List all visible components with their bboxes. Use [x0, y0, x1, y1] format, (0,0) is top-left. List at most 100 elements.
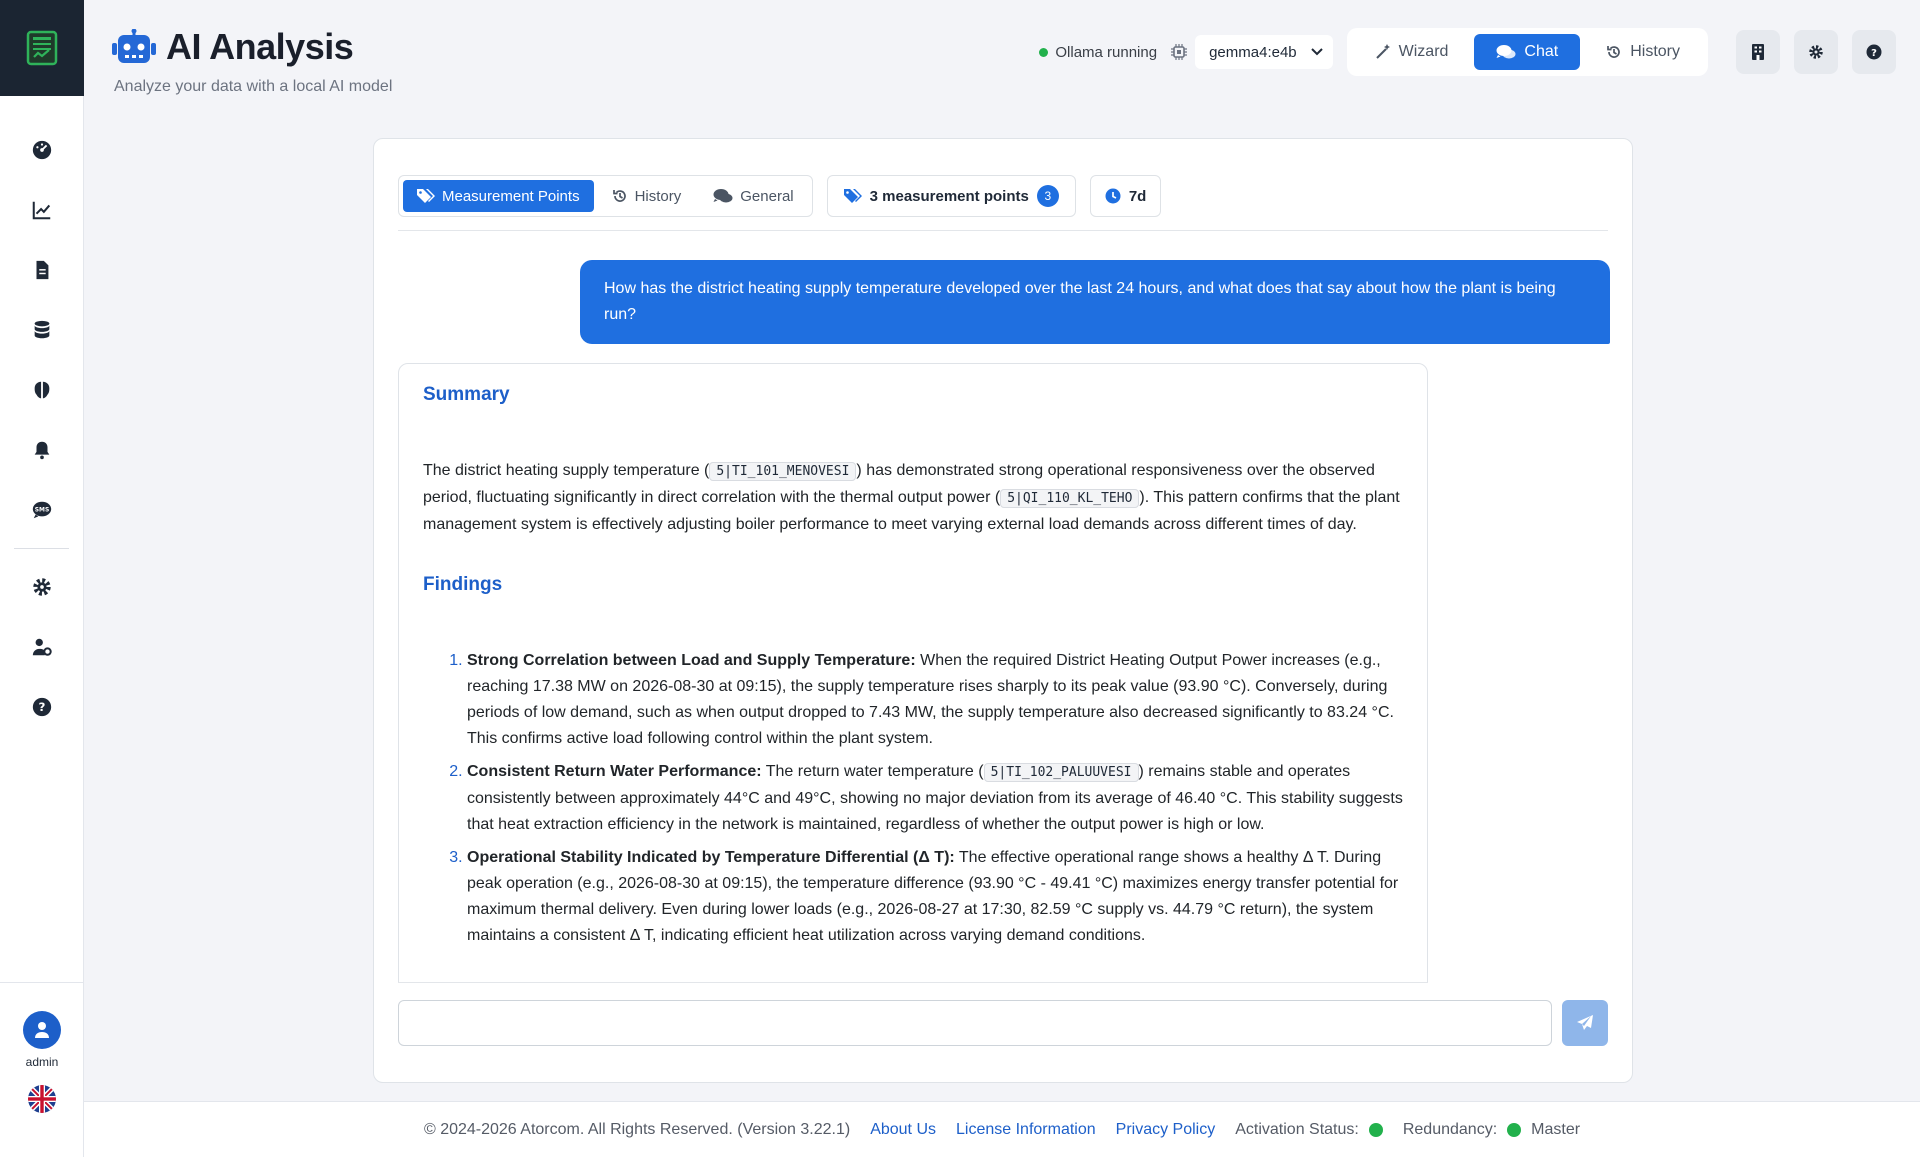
- mode-history-label: History: [1630, 43, 1680, 60]
- redundancy-status-dot: [1507, 1122, 1522, 1137]
- comments-icon: [713, 189, 733, 203]
- measurement-points-label: 3 measurement points: [869, 187, 1029, 205]
- ai-response: Summary The district heating supply temp…: [398, 363, 1428, 982]
- summary-text-1: The district heating supply temperature …: [423, 462, 710, 479]
- chevron-down-icon: [1310, 48, 1323, 56]
- sidebar-item-help[interactable]: ?: [0, 677, 83, 737]
- ollama-status: Ollama running: [1039, 44, 1157, 61]
- sidebar-item-ai[interactable]: [0, 360, 83, 420]
- sidebar: SMS ? admin: [0, 0, 84, 1157]
- history-icon: [612, 190, 626, 202]
- sidebar-item-sms[interactable]: SMS: [0, 480, 83, 540]
- copyright-text: © 2024-2026 Atorcom. All Rights Reserved…: [423, 1120, 851, 1138]
- message-list[interactable]: Summary The district heating supply temp…: [398, 363, 1428, 983]
- dashboard-icon: [32, 140, 51, 160]
- sidebar-item-charts[interactable]: [0, 180, 83, 240]
- mode-history-button[interactable]: History: [1584, 34, 1702, 70]
- microchip-icon: [1171, 44, 1188, 60]
- privacy-link[interactable]: Privacy Policy: [1116, 1121, 1216, 1139]
- mode-wizard-button[interactable]: Wizard: [1353, 34, 1471, 70]
- status-text: Ollama running: [1055, 43, 1158, 61]
- tab-measurement-points[interactable]: Measurement Points: [403, 180, 594, 212]
- finding-item: Strong Correlation between Load and Supp…: [467, 648, 1403, 752]
- activation-label: Activation Status:: [1235, 1120, 1359, 1138]
- help-button[interactable]: ?: [1852, 30, 1896, 74]
- user-icon: [35, 1022, 49, 1038]
- chat-input[interactable]: [398, 1000, 1552, 1046]
- chat-card: Measurement Points History General 3 mea…: [373, 138, 1633, 1083]
- activation-status-dot: [1368, 1122, 1383, 1137]
- activation-status: Activation Status:: [1235, 1121, 1383, 1139]
- redundancy-status: Redundancy: Master: [1403, 1121, 1580, 1139]
- tab-history[interactable]: History: [598, 180, 696, 212]
- measurement-points-count-badge: 3: [1036, 185, 1059, 207]
- sidebar-item-user-settings[interactable]: [0, 617, 83, 677]
- chat-input-row: [398, 1000, 1608, 1046]
- findings-list: Strong Correlation between Load and Supp…: [423, 648, 1403, 949]
- redundancy-value: Master: [1531, 1120, 1581, 1138]
- sidebar-divider: [14, 548, 69, 549]
- finding-item: Consistent Return Water Performance: The…: [467, 759, 1403, 838]
- help-icon: ?: [1866, 44, 1882, 60]
- tags-icon: [417, 189, 435, 203]
- measurement-points-selector[interactable]: 3 measurement points 3: [826, 175, 1076, 217]
- database-icon: [34, 320, 49, 339]
- sidebar-item-alarms[interactable]: [0, 420, 83, 480]
- send-button[interactable]: [1562, 1000, 1608, 1046]
- finding-title: Consistent Return Water Performance:: [467, 763, 762, 780]
- logo-icon: [26, 30, 58, 66]
- robot-icon: [112, 29, 156, 63]
- model-select-value: gemma4:e4b: [1209, 43, 1297, 61]
- finding-text: The return water temperature (: [761, 763, 984, 780]
- time-range-label: 7d: [1128, 187, 1147, 205]
- settings-button[interactable]: [1794, 30, 1838, 74]
- svg-text:?: ?: [38, 700, 45, 714]
- svg-text:SMS: SMS: [34, 506, 48, 513]
- findings-heading: Findings: [423, 574, 503, 595]
- sidebar-item-dashboard[interactable]: [0, 120, 83, 180]
- bell-icon: [34, 441, 49, 460]
- language-flag-uk-icon[interactable]: [28, 1085, 56, 1113]
- about-link[interactable]: About Us: [870, 1121, 936, 1139]
- finding-title: Operational Stability Indicated by Tempe…: [467, 849, 955, 866]
- sms-icon: SMS: [32, 501, 51, 519]
- mode-chat-label: Chat: [1524, 43, 1559, 60]
- sidebar-item-settings[interactable]: [0, 557, 83, 617]
- code-tag-supply-temp: 5|TI_101_MENOVESI: [709, 462, 857, 481]
- mode-switch: Wizard Chat History: [1346, 28, 1708, 76]
- sidebar-item-reports[interactable]: [0, 240, 83, 300]
- help-icon: ?: [32, 697, 51, 717]
- app-logo[interactable]: [0, 0, 84, 96]
- tab-history-label: History: [634, 187, 682, 205]
- chart-line-icon: [32, 201, 50, 220]
- gear-icon: [1809, 45, 1823, 59]
- wand-icon: [1375, 44, 1390, 59]
- license-link[interactable]: License Information: [956, 1121, 1096, 1139]
- svg-text:?: ?: [1871, 48, 1877, 59]
- tab-general[interactable]: General: [699, 180, 807, 212]
- topbar: Ollama running gemma4:e4b Wizard Chat Hi…: [1039, 28, 1896, 76]
- user-message-bubble: How has the district heating supply temp…: [580, 260, 1610, 344]
- finding-item: Operational Stability Indicated by Tempe…: [467, 845, 1403, 949]
- model-select[interactable]: gemma4:e4b: [1195, 35, 1333, 69]
- sidebar-user-area: admin: [0, 982, 84, 1157]
- brain-icon: [34, 381, 49, 399]
- redundancy-label: Redundancy:: [1402, 1120, 1498, 1138]
- context-tabs: Measurement Points History General: [398, 175, 813, 217]
- history-icon: [1607, 46, 1621, 58]
- mode-chat-button[interactable]: Chat: [1474, 34, 1581, 70]
- building-icon: [1752, 44, 1764, 60]
- finding-title: Strong Correlation between Load and Supp…: [467, 652, 916, 669]
- context-toolbar: Measurement Points History General 3 mea…: [398, 175, 1608, 231]
- username: admin: [25, 1055, 59, 1069]
- clock-icon: [1105, 188, 1121, 204]
- footer: © 2024-2026 Atorcom. All Rights Reserved…: [84, 1101, 1920, 1157]
- building-button[interactable]: [1736, 30, 1780, 74]
- time-range-selector[interactable]: 7d: [1089, 175, 1162, 217]
- user-gear-icon: [32, 638, 52, 656]
- mode-wizard-label: Wizard: [1398, 43, 1449, 60]
- sidebar-item-database[interactable]: [0, 300, 83, 360]
- status-dot: [1039, 47, 1049, 57]
- tags-icon: [843, 189, 862, 203]
- user-avatar[interactable]: [23, 1011, 61, 1049]
